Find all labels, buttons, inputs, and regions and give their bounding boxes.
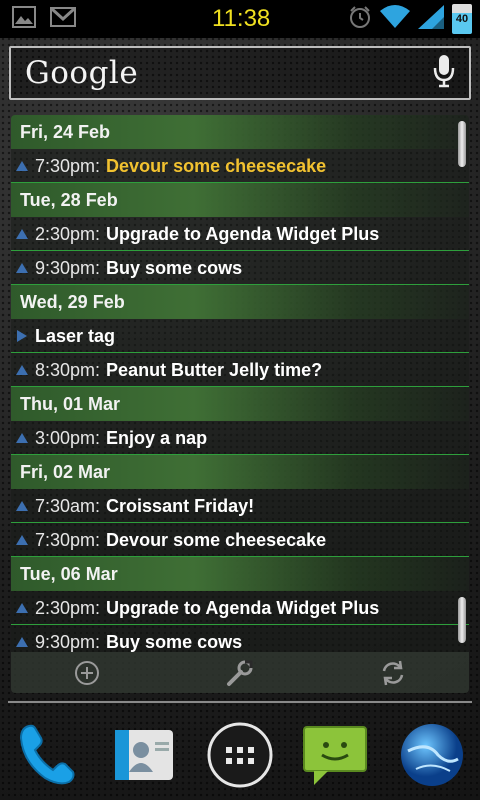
event-row[interactable]: 2:30pm: Upgrade to Agenda Widget Plus [11, 591, 469, 625]
add-icon[interactable] [70, 656, 104, 690]
event-up-arrow-icon [15, 635, 29, 649]
event-right-arrow-icon [15, 329, 29, 343]
signal-icon [418, 5, 444, 33]
event-title: Devour some cheesecake [106, 155, 327, 176]
browser-icon[interactable] [396, 719, 468, 791]
event-title: Buy some cows [106, 631, 243, 652]
event-up-arrow-icon [15, 363, 29, 377]
google-logo: Google [25, 55, 139, 91]
status-bar: 11:38 40 [0, 0, 480, 38]
dock [0, 710, 480, 800]
day-header[interactable]: Tue, 28 Feb [11, 183, 469, 217]
battery-icon: 40 [452, 4, 472, 34]
event-up-arrow-icon [15, 159, 29, 173]
scrollbar-thumb[interactable] [458, 597, 466, 643]
event-title: Laser tag [35, 325, 116, 346]
event-time: 7:30pm: [35, 155, 101, 176]
day-header[interactable]: Wed, 29 Feb [11, 285, 469, 319]
refresh-icon[interactable] [376, 656, 410, 690]
event-up-arrow-icon [15, 533, 29, 547]
event-time: 9:30pm: [35, 631, 101, 652]
event-up-arrow-icon [15, 601, 29, 615]
event-time: 7:30am: [35, 495, 101, 516]
day-header[interactable]: Fri, 02 Mar [11, 455, 469, 489]
event-time: 8:30pm: [35, 359, 101, 380]
event-row[interactable]: 7:30am: Croissant Friday! [11, 489, 469, 523]
google-search-bar[interactable]: Google [9, 46, 471, 100]
event-time: 2:30pm: [35, 223, 101, 244]
event-title: Devour some cheesecake [106, 529, 327, 550]
event-row[interactable]: Laser tag [11, 319, 469, 353]
microphone-icon[interactable] [433, 54, 455, 92]
agenda-list[interactable]: Fri, 24 Feb 7:30pm: Devour some cheeseca… [11, 115, 469, 652]
event-title: Upgrade to Agenda Widget Plus [106, 597, 380, 618]
event-title: Croissant Friday! [106, 495, 255, 516]
event-title: Peanut Butter Jelly time? [106, 359, 323, 380]
dock-divider [8, 701, 472, 703]
event-up-arrow-icon [15, 227, 29, 241]
wifi-icon [380, 5, 410, 33]
event-up-arrow-icon [15, 431, 29, 445]
event-row[interactable]: 7:30pm: Devour some cheesecake [11, 523, 469, 557]
event-up-arrow-icon [15, 261, 29, 275]
event-time: 9:30pm: [35, 257, 101, 278]
event-time: 2:30pm: [35, 597, 101, 618]
event-title: Upgrade to Agenda Widget Plus [106, 223, 380, 244]
gallery-icon [12, 6, 36, 32]
app-drawer-icon[interactable] [204, 719, 276, 791]
event-time: 7:30pm: [35, 529, 101, 550]
settings-wrench-icon[interactable] [223, 656, 257, 690]
day-header[interactable]: Fri, 24 Feb [11, 115, 469, 149]
alarm-icon [348, 5, 372, 33]
event-title: Buy some cows [106, 257, 243, 278]
day-header[interactable]: Thu, 01 Mar [11, 387, 469, 421]
gmail-icon [50, 6, 76, 32]
contacts-icon[interactable] [108, 719, 180, 791]
day-header[interactable]: Tue, 06 Mar [11, 557, 469, 591]
phone-icon[interactable] [12, 719, 84, 791]
battery-level: 40 [455, 13, 469, 25]
messaging-icon[interactable] [300, 719, 372, 791]
agenda-toolbar [11, 652, 469, 693]
agenda-widget: Fri, 24 Feb 7:30pm: Devour some cheeseca… [11, 115, 469, 693]
event-row[interactable]: 7:30pm: Devour some cheesecake [11, 149, 469, 183]
scrollbar-thumb[interactable] [458, 121, 466, 167]
event-row[interactable]: 2:30pm: Upgrade to Agenda Widget Plus [11, 217, 469, 251]
event-row[interactable]: 8:30pm: Peanut Butter Jelly time? [11, 353, 469, 387]
clock: 11:38 [212, 5, 271, 32]
event-up-arrow-icon [15, 499, 29, 513]
event-time: 3:00pm: [35, 427, 101, 448]
event-row[interactable]: 3:00pm: Enjoy a nap [11, 421, 469, 455]
event-row[interactable]: 9:30pm: Buy some cows [11, 625, 469, 652]
event-title: Enjoy a nap [106, 427, 208, 448]
event-row[interactable]: 9:30pm: Buy some cows [11, 251, 469, 285]
